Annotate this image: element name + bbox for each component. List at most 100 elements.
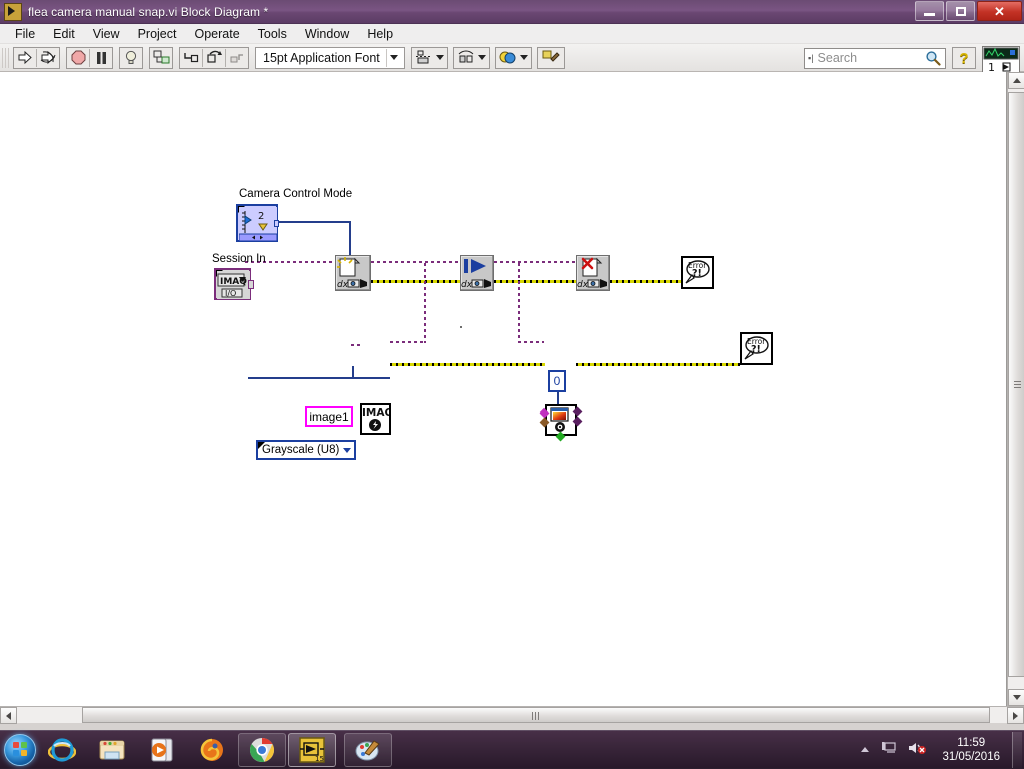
imaq-create-vi-node[interactable]: IMAQ (360, 403, 391, 435)
imaq-close-camera-icon: dx (577, 257, 607, 290)
abort-execution-button[interactable] (67, 48, 89, 68)
block-diagram-canvas[interactable]: Camera Control Mode 2 Session In IMAQ I/… (0, 72, 1007, 706)
image-name-string-constant[interactable]: image1 (305, 406, 353, 427)
show-desktop-button[interactable] (1012, 732, 1022, 768)
font-selector[interactable]: 15pt Application Font (255, 46, 405, 69)
camera-control-mode-enum[interactable]: 2 (236, 204, 279, 242)
chevron-up-icon[interactable] (854, 741, 876, 759)
distribute-objects-button[interactable] (452, 46, 490, 69)
scroll-right-button[interactable] (1007, 707, 1024, 724)
scroll-up-button[interactable] (1008, 72, 1024, 89)
retain-wire-group (149, 46, 173, 69)
error-out-indicator-bottom[interactable]: Error ?! (740, 332, 773, 365)
minimize-button[interactable] (915, 1, 944, 21)
menu-item-operate[interactable]: Operate (185, 25, 248, 43)
horizontal-scroll-thumb[interactable] (82, 707, 990, 723)
menu-bar: File Edit View Project Operate Tools Win… (0, 24, 1024, 44)
horizontal-scrollbar[interactable] (0, 706, 1024, 724)
chevron-down-icon-ring[interactable] (340, 447, 354, 453)
volume-muted-icon[interactable] (902, 741, 932, 760)
lightbulb-icon (125, 50, 137, 64)
wire-init-to-snap-error[interactable] (371, 261, 460, 263)
font-selector-label: 15pt Application Font (263, 50, 380, 65)
search-input[interactable]: ▪| Search (804, 47, 946, 69)
wire-ring-to-create-corner[interactable] (248, 377, 352, 379)
run-continuously-button[interactable] (37, 48, 59, 68)
chevron-down-icon[interactable] (385, 48, 402, 67)
wire-snap-branch-h[interactable] (518, 341, 544, 343)
session-refnum-output-terminal[interactable] (248, 280, 254, 289)
step-over-button[interactable] (203, 48, 225, 68)
menu-item-file[interactable]: File (6, 25, 44, 43)
vertical-scroll-thumb[interactable] (1008, 92, 1024, 677)
run-group (13, 46, 60, 69)
clock[interactable]: 11:59 31/05/2016 (932, 736, 1010, 764)
menu-item-edit[interactable]: Edit (44, 25, 84, 43)
taskbar-paint[interactable] (344, 732, 392, 767)
retain-wire-values-button[interactable] (150, 48, 172, 68)
imaq-close-vi-node[interactable]: dx (576, 255, 610, 291)
taskbar-labview[interactable]: 15 (288, 732, 336, 767)
taskbar-firefox[interactable] (188, 733, 236, 767)
svg-text:dx: dx (577, 280, 589, 290)
window-controls: ✕ (915, 1, 1022, 21)
wire-ring-to-create-h[interactable] (352, 377, 390, 379)
wire-init-to-snap-session[interactable] (371, 280, 460, 283)
toolbar-grip[interactable] (2, 47, 10, 68)
media-player-icon (151, 738, 173, 761)
wire-snap-branch-v[interactable] (518, 263, 520, 342)
title-bar: flea camera manual snap.vi Block Diagram… (0, 0, 1024, 24)
image-type-ring-control[interactable]: Grayscale (U8) (256, 440, 356, 460)
highlight-execution-button[interactable] (120, 48, 142, 68)
session-in-refnum[interactable]: IMAQ I/O (214, 268, 254, 300)
svg-text:dx: dx (461, 280, 473, 290)
pause-button[interactable] (90, 48, 112, 68)
wire-create-to-windraw-session[interactable] (390, 363, 545, 366)
wire-enum-to-init-h[interactable] (278, 221, 351, 223)
wire-snap-to-close-session[interactable] (494, 280, 576, 283)
wire-snap-to-close-error[interactable] (494, 261, 576, 263)
reorder-button[interactable] (494, 46, 532, 69)
menu-item-view[interactable]: View (84, 25, 129, 43)
wire-init-branch-down-v[interactable] (424, 263, 426, 343)
taskbar-windows-explorer[interactable] (88, 733, 136, 767)
wire-create-to-branch-h[interactable] (390, 341, 426, 343)
wire-imagename-to-create[interactable] (351, 344, 362, 346)
magnifier-icon[interactable] (925, 50, 941, 66)
run-arrow-icon (18, 50, 32, 65)
scroll-down-button[interactable] (1008, 689, 1024, 706)
network-icon[interactable] (876, 741, 902, 760)
maximize-button[interactable] (946, 1, 975, 21)
run-button[interactable] (14, 48, 36, 68)
step-out-button[interactable] (226, 48, 248, 68)
wire-create-bottom-stub[interactable] (352, 366, 354, 379)
menu-item-project[interactable]: Project (129, 25, 186, 43)
menu-item-tools[interactable]: Tools (249, 25, 296, 43)
numeric-constant-zero[interactable]: 0 (548, 370, 566, 392)
firefox-icon (200, 738, 223, 761)
control-corner-marker-3 (258, 442, 265, 449)
taskbar-chrome[interactable] (238, 732, 286, 767)
scroll-left-button[interactable] (0, 707, 17, 724)
imaq-snap-vi-node-box[interactable]: dx (460, 255, 494, 291)
clean-up-diagram-button[interactable] (536, 46, 565, 69)
menu-item-window[interactable]: Window (296, 25, 358, 43)
step-into-button[interactable] (180, 48, 202, 68)
close-button[interactable]: ✕ (977, 1, 1022, 21)
align-objects-button[interactable] (410, 46, 448, 69)
error-out-indicator-top[interactable]: Error ?! (681, 256, 714, 289)
taskbar-media-player[interactable] (138, 733, 186, 767)
windows-start-orb[interactable] (4, 733, 36, 766)
vertical-scrollbar[interactable] (1007, 72, 1024, 706)
imaq-snap-vi-node[interactable] (460, 326, 462, 328)
imaq-windraw-vi-node[interactable] (539, 404, 583, 442)
imaq-init-vi-node[interactable]: dx (335, 255, 371, 291)
menu-item-help[interactable]: Help (358, 25, 402, 43)
wire-close-to-error-top[interactable] (610, 280, 681, 283)
highlight-group (119, 46, 143, 69)
wire-windraw-to-error-session[interactable] (576, 363, 740, 366)
run-continuously-icon (40, 50, 55, 65)
taskbar-internet-explorer[interactable] (38, 733, 86, 767)
enum-output-terminal[interactable] (274, 220, 279, 227)
context-help-button[interactable]: ? (952, 47, 976, 69)
